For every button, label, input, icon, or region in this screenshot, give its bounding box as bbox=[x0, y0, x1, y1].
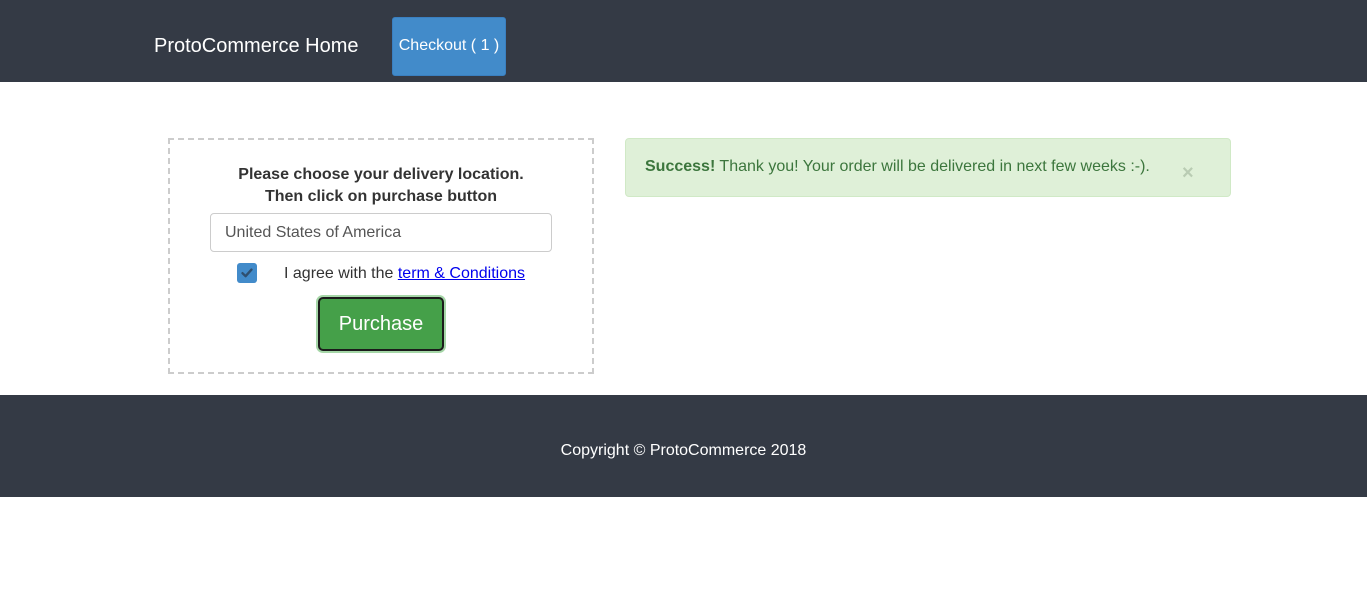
checkmark-icon bbox=[241, 268, 253, 278]
agree-terms-label: I agree with the term & Conditions bbox=[284, 264, 525, 284]
purchase-button[interactable]: Purchase bbox=[318, 297, 444, 351]
top-navbar: ProtoCommerce Home Checkout ( 1 ) bbox=[0, 0, 1367, 82]
instruction-line-1: Please choose your delivery location. bbox=[238, 166, 524, 183]
instruction-line-2: Then click on purchase button bbox=[264, 188, 498, 205]
delivery-location-panel: Please choose your delivery location. Th… bbox=[168, 138, 594, 374]
copyright-text: Copyright © ProtoCommerce 2018 bbox=[560, 442, 807, 459]
agree-terms-checkbox[interactable] bbox=[237, 263, 257, 283]
delivery-instructions: Please choose your delivery location. Th… bbox=[170, 164, 592, 208]
checkout-button[interactable]: Checkout ( 1 ) bbox=[392, 17, 506, 76]
close-icon[interactable]: × bbox=[1182, 163, 1194, 183]
page-footer: Copyright © ProtoCommerce 2018 bbox=[0, 395, 1367, 497]
terms-conditions-link[interactable]: term & Conditions bbox=[398, 265, 525, 282]
success-alert: Success! Thank you! Your order will be d… bbox=[625, 138, 1231, 197]
agree-prefix-text: I agree with the bbox=[284, 265, 398, 282]
success-alert-message: Success! Thank you! Your order will be d… bbox=[645, 157, 1150, 177]
success-alert-text: Thank you! Your order will be delivered … bbox=[715, 158, 1150, 175]
success-alert-title: Success! bbox=[645, 158, 716, 175]
brand-home-link[interactable]: ProtoCommerce Home bbox=[154, 34, 359, 58]
country-input[interactable] bbox=[210, 213, 552, 252]
